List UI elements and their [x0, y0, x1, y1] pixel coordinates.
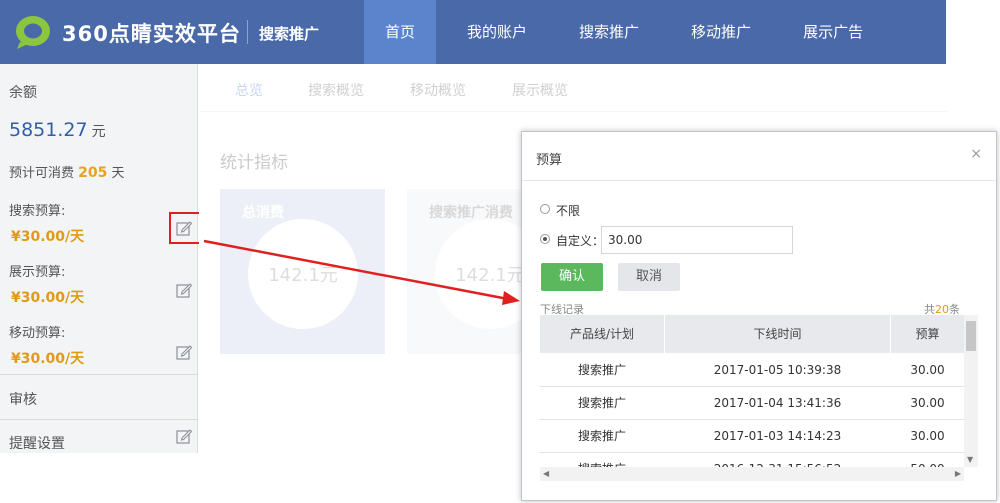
- card-ring: 142.1元: [248, 219, 358, 329]
- table-cell: 2017-01-04 13:41:36: [713, 396, 842, 410]
- table-vertical-scrollbar[interactable]: ▼: [964, 315, 978, 467]
- scroll-right-arrow-icon[interactable]: ▶: [955, 469, 961, 478]
- budget-dialog: 预算 × 不限 自定义： 30.00 确认 取消 下线记录 共20条 产品线/计…: [521, 131, 997, 501]
- vertical-scroll-thumb[interactable]: [966, 321, 976, 351]
- close-icon[interactable]: ×: [970, 146, 982, 162]
- nav-search-promotion[interactable]: 搜索推广: [558, 0, 660, 64]
- total-spend-card: 总消费 142.1元: [220, 189, 385, 354]
- search-budget-label: 搜索预算:: [9, 204, 66, 219]
- overview-tabs: 总览 搜索概览 移动概览 展示概览: [199, 64, 947, 112]
- table-cell: 30.00: [910, 396, 945, 410]
- balance-unit: 元: [91, 124, 106, 140]
- sidebar-audit[interactable]: 审核: [9, 389, 37, 409]
- sidebar-divider: [0, 374, 198, 375]
- edit-mobile-budget-icon[interactable]: [176, 344, 192, 360]
- nav-home[interactable]: 首页: [364, 0, 437, 64]
- dialog-title-divider: [522, 180, 996, 181]
- display-budget-label: 展示预算:: [9, 265, 66, 280]
- sidebar: 余额 5851.27 元 预计可消费 205 天 搜索预算: ¥30.00/天 展…: [0, 64, 198, 453]
- confirm-button[interactable]: 确认: [541, 263, 603, 291]
- balance-value: 5851.27 元: [9, 119, 106, 141]
- nav-my-account[interactable]: 我的账户: [446, 0, 548, 64]
- logo-icon: [16, 16, 50, 49]
- table-cell: 30.00: [910, 363, 945, 377]
- table-cell: 30.00: [910, 429, 945, 443]
- table-cell: 2016-12-31 15:56:52: [665, 453, 890, 467]
- days-value: 205: [78, 165, 108, 181]
- table-horizontal-scrollbar[interactable]: ◀ ▶: [540, 467, 964, 481]
- top-header: 360点睛实效平台 搜索推广 首页 我的账户 搜索推广 移动推广 展示广告: [0, 0, 946, 64]
- offline-records-table: 产品线/计划 下线时间 预算 搜索推广 2017-01-05 10:39:38 …: [540, 315, 964, 467]
- tab-search-overview[interactable]: 搜索概览: [308, 80, 364, 100]
- tab-overview[interactable]: 总览: [235, 80, 263, 100]
- product-subtitle: 搜索推广: [259, 25, 320, 43]
- balance-label: 余额: [9, 85, 37, 101]
- header-divider: [247, 20, 248, 44]
- radio-custom[interactable]: [540, 234, 550, 244]
- sidebar-reminder-settings[interactable]: 提醒设置: [9, 433, 65, 453]
- card-title: 总消费: [242, 205, 284, 221]
- mobile-budget-amount: ¥30.00/天: [11, 351, 85, 367]
- dialog-title: 预算: [536, 153, 563, 168]
- days-prefix: 预计可消费: [9, 166, 75, 181]
- tab-display-overview[interactable]: 展示概览: [512, 80, 568, 100]
- card-value: 142.1元: [268, 265, 338, 286]
- column-header-offline-time: 下线时间: [665, 315, 890, 353]
- section-title: 统计指标: [220, 153, 288, 173]
- table-cell: 50.00: [891, 453, 964, 467]
- column-header-budget: 预算: [891, 315, 964, 353]
- nav-mobile-promotion[interactable]: 移动推广: [670, 0, 772, 64]
- table-cell: 2017-01-03 14:14:23: [713, 429, 842, 443]
- column-header-product: 产品线/计划: [540, 315, 664, 353]
- days-suffix: 天: [111, 166, 125, 181]
- custom-budget-input[interactable]: 30.00: [601, 226, 793, 254]
- table-cell: 2017-01-05 10:39:38: [713, 363, 842, 377]
- tab-mobile-overview[interactable]: 移动概览: [410, 80, 466, 100]
- cancel-button[interactable]: 取消: [618, 263, 680, 291]
- table-cell: 搜索推广: [577, 363, 626, 377]
- sidebar-divider: [0, 419, 198, 420]
- days-remaining: 预计可消费 205 天: [9, 162, 125, 181]
- scroll-down-arrow-icon[interactable]: ▼: [967, 455, 973, 464]
- table-cell: 搜索推广: [540, 453, 664, 467]
- scroll-left-arrow-icon[interactable]: ◀: [543, 469, 549, 478]
- radio-unlimited-label[interactable]: 不限: [556, 202, 580, 219]
- nav-display-ads[interactable]: 展示广告: [782, 0, 884, 64]
- radio-custom-label[interactable]: 自定义：: [556, 232, 604, 249]
- edit-reminder-icon[interactable]: [176, 428, 192, 444]
- brand-name: 360点睛实效平台: [62, 22, 241, 46]
- edit-display-budget-icon[interactable]: [176, 282, 192, 298]
- table-cell: 搜索推广: [577, 396, 626, 410]
- annotation-highlight-box: [169, 212, 203, 244]
- balance-number: 5851.27: [9, 119, 88, 141]
- display-budget-amount: ¥30.00/天: [11, 290, 85, 306]
- mobile-budget-label: 移动预算:: [9, 326, 66, 341]
- search-budget-amount: ¥30.00/天: [11, 229, 85, 245]
- table-cell: 搜索推广: [577, 429, 626, 443]
- main-nav: 首页 我的账户 搜索推广 移动推广 展示广告: [364, 0, 894, 64]
- radio-unlimited[interactable]: [540, 204, 550, 214]
